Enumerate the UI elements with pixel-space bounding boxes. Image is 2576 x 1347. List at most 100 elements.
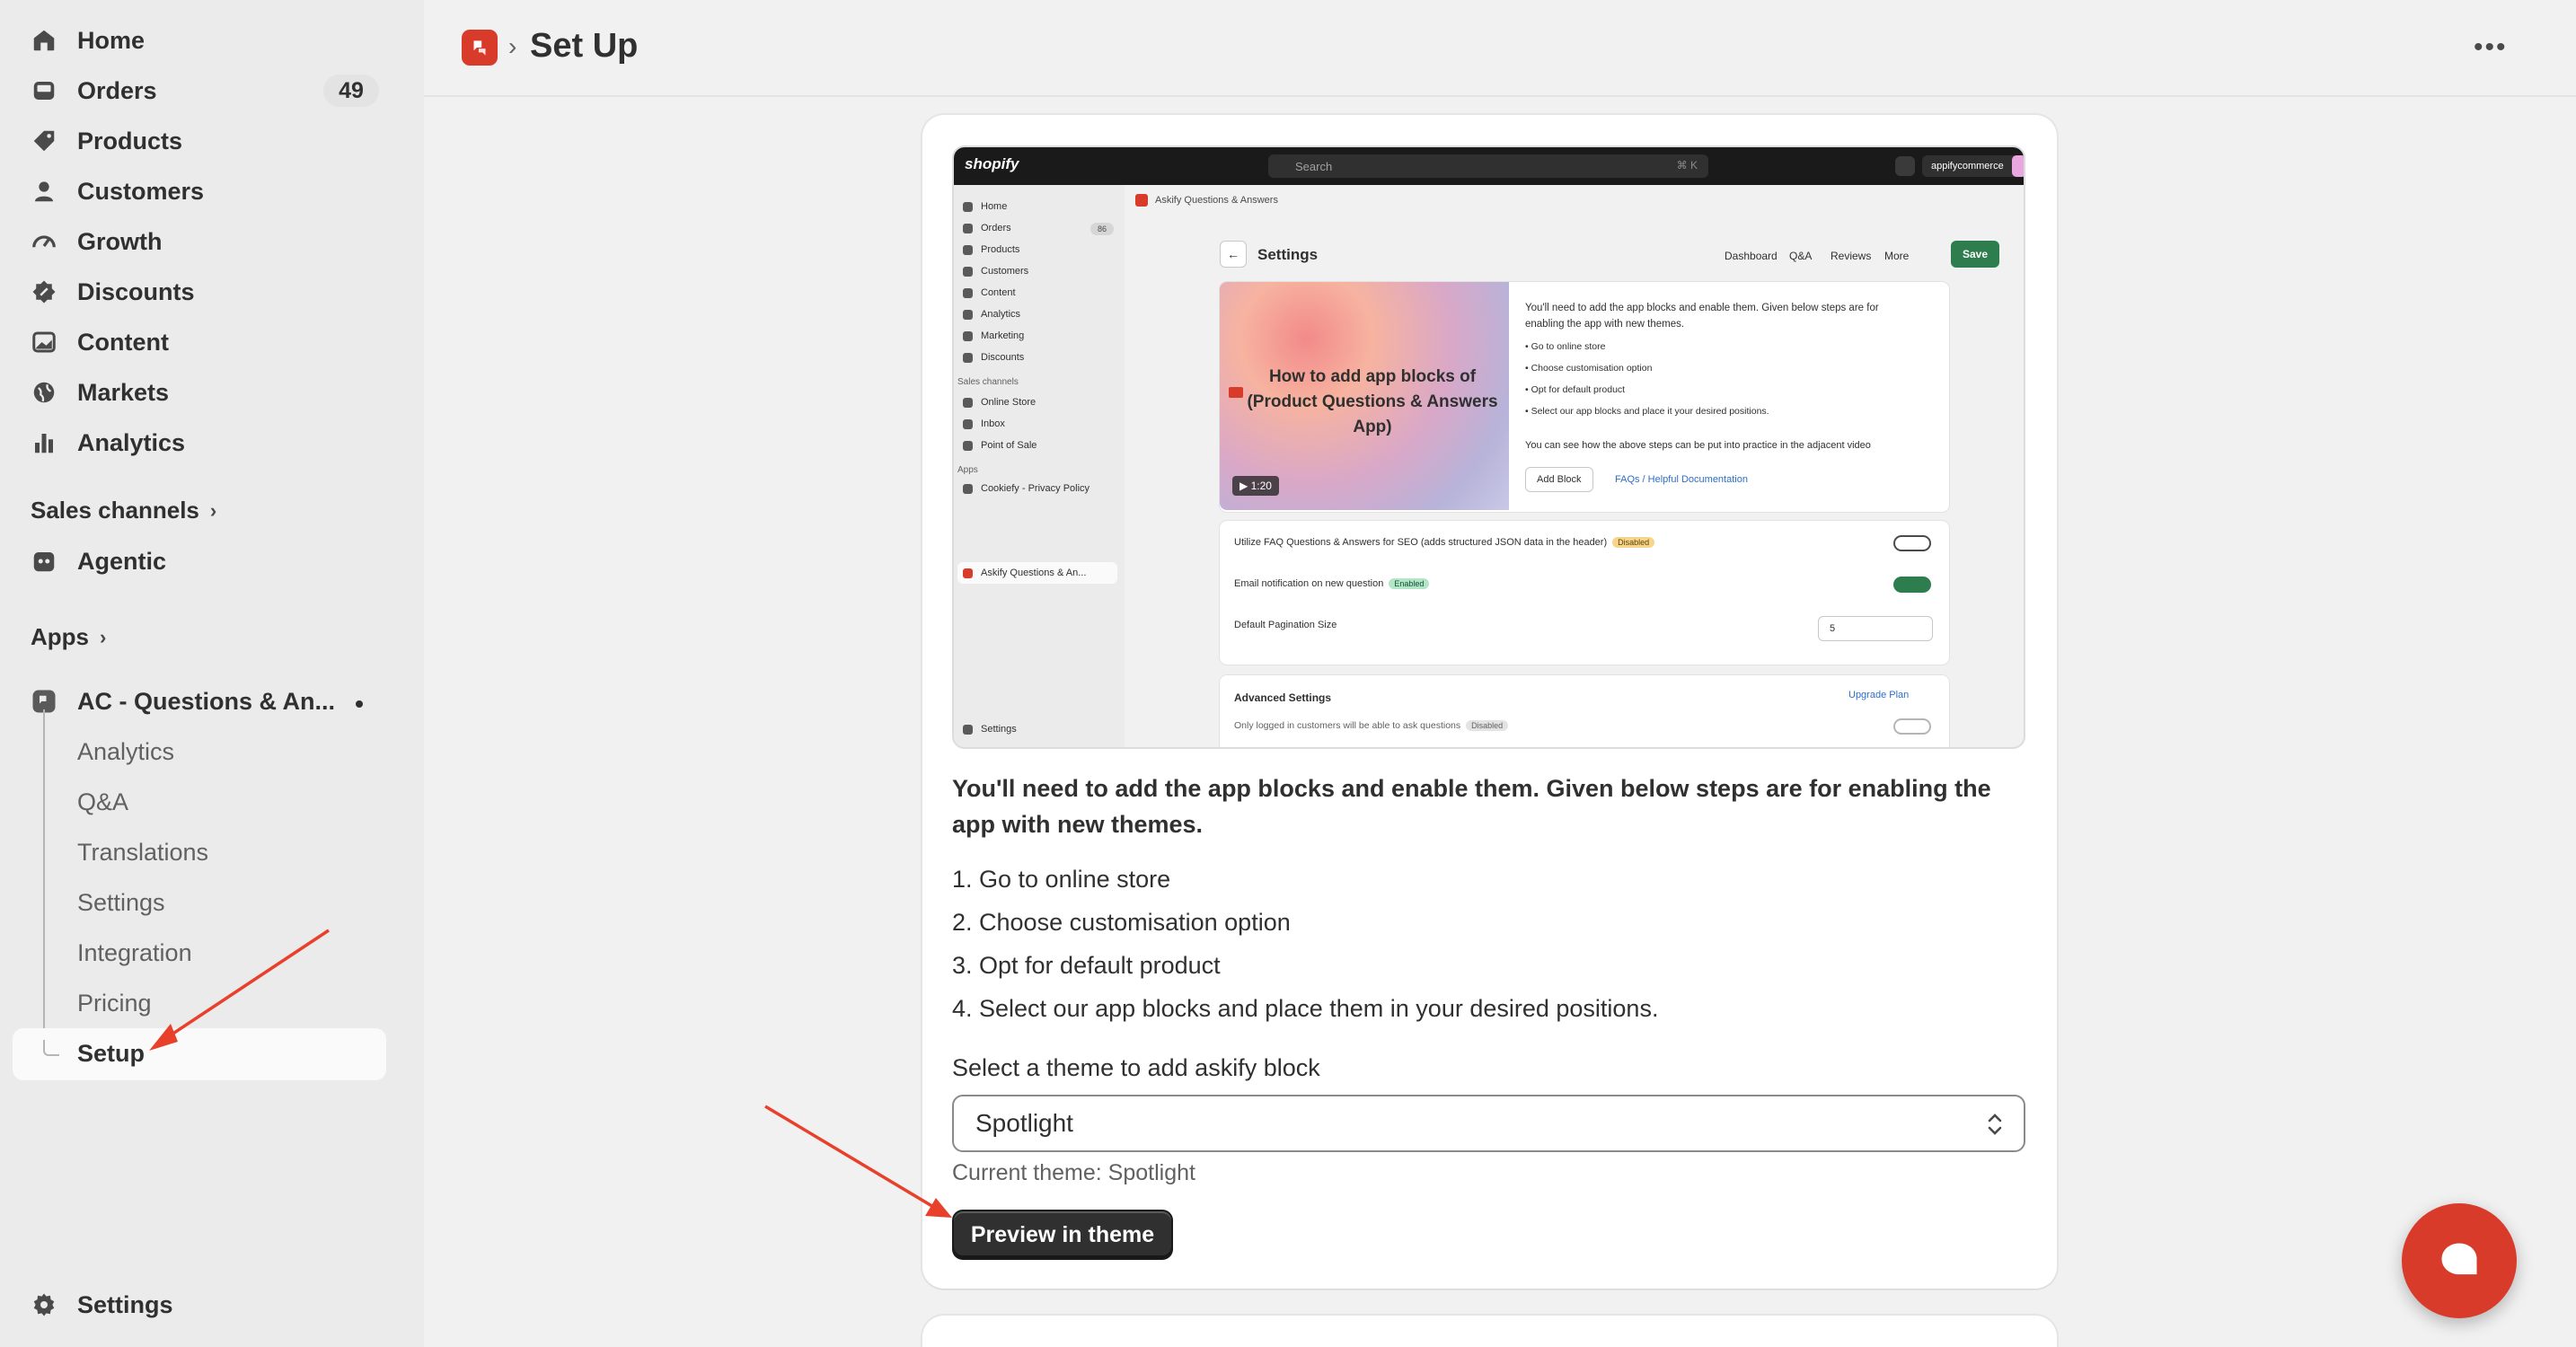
ss-item: Home xyxy=(963,201,1007,212)
ss-step: • Go to online store xyxy=(1525,341,1606,352)
sidebar-item-products[interactable]: Products xyxy=(13,117,386,165)
sidebar: Home Orders 49 Products Customers Growth… xyxy=(0,0,424,1347)
ss-panel-intro: You'll need to add the app blocks and en… xyxy=(1525,303,1879,330)
ss-logged-in-row: Only logged in customers will be able to… xyxy=(1234,720,1509,731)
screenshot-sidebar: Home Orders 86 Products Customers Conten… xyxy=(954,185,1125,747)
sidebar-subitem-setup[interactable]: Setup xyxy=(77,1029,145,1078)
theme-select[interactable]: Spotlight xyxy=(952,1095,2025,1152)
ss-step: • Select our app blocks and place it you… xyxy=(1525,406,1769,417)
back-arrow-icon: ← xyxy=(1220,241,1247,268)
sidebar-item-label: Analytics xyxy=(77,428,186,456)
apps-heading[interactable]: Apps › xyxy=(31,623,106,651)
sidebar-item-content[interactable]: Content xyxy=(13,318,386,366)
ss-seo-toggle xyxy=(1893,535,1931,551)
breadcrumb-chevron-icon: › xyxy=(508,32,517,60)
sidebar-app-askify[interactable]: AC - Questions & An... xyxy=(13,677,386,726)
store-name: appifycommerce xyxy=(1922,155,2021,177)
preview-in-theme-button[interactable]: Preview in theme xyxy=(952,1210,1173,1260)
gear-icon xyxy=(31,1291,57,1318)
more-actions-icon[interactable]: ••• xyxy=(2474,32,2508,63)
app-logo-icon[interactable] xyxy=(462,30,498,66)
tree-hook xyxy=(43,1040,59,1056)
setup-step: 4. Select our app blocks and place them … xyxy=(952,995,1659,1022)
ss-item: Orders xyxy=(963,223,1011,233)
sidebar-item-customers[interactable]: Customers xyxy=(13,167,386,216)
ss-item: Point of Sale xyxy=(963,440,1037,451)
ss-seo-row: Utilize FAQ Questions & Answers for SEO … xyxy=(1234,537,1655,548)
sidebar-item-label: Growth xyxy=(77,227,163,255)
ss-item: Discounts xyxy=(963,352,1024,363)
ss-guide-panel: How to add app blocks of (Product Questi… xyxy=(1220,282,1949,512)
sidebar-subitem-qa[interactable]: Q&A xyxy=(77,778,128,826)
sidebar-item-agentic[interactable]: Agentic xyxy=(13,537,386,585)
ss-nav-link: Reviews xyxy=(1831,250,1872,262)
shopify-logo: shopify xyxy=(965,155,1019,172)
theme-select-label: Select a theme to add askify block xyxy=(952,1054,1320,1081)
sidebar-item-analytics[interactable]: Analytics xyxy=(13,418,386,467)
chevron-right-icon: › xyxy=(100,625,107,648)
select-chevron-icon xyxy=(1988,1114,2002,1135)
screenshot-main: Askify Questions & Answers ← Settings Da… xyxy=(1125,185,2024,747)
ss-item: Cookiefy - Privacy Policy xyxy=(963,483,1090,494)
active-item-highlight xyxy=(13,1028,386,1080)
sidebar-item-home[interactable]: Home xyxy=(13,16,386,65)
ss-advanced-panel: Advanced Settings Upgrade Plan Only logg… xyxy=(1220,675,1949,747)
sidebar-item-growth[interactable]: Growth xyxy=(13,217,386,266)
ss-email-toggle xyxy=(1893,577,1931,593)
ss-pagination-label: Default Pagination Size xyxy=(1234,620,1337,630)
chat-bubble-icon xyxy=(2441,1243,2477,1275)
ss-item: Settings xyxy=(963,724,1017,735)
sidebar-subitem-analytics[interactable]: Analytics xyxy=(77,727,174,776)
tag-icon xyxy=(31,128,57,154)
next-card xyxy=(922,1316,2057,1347)
sidebar-item-discounts[interactable]: Discounts xyxy=(13,268,386,316)
ss-save-button: Save xyxy=(1951,241,1999,268)
sidebar-item-label: Home xyxy=(77,26,146,54)
ss-step: • Opt for default product xyxy=(1525,384,1626,395)
video-logo-icon xyxy=(1229,387,1243,398)
discount-icon xyxy=(31,278,57,305)
ss-nav-link: Dashboard xyxy=(1725,250,1778,262)
ss-orders-badge: 86 xyxy=(1090,223,1114,235)
ss-logged-in-toggle xyxy=(1893,718,1931,735)
robot-icon xyxy=(31,548,57,575)
sidebar-item-markets[interactable]: Markets xyxy=(13,368,386,417)
setup-guide-screenshot: shopify Search ⌘ K appifycommerce Home O… xyxy=(952,145,2025,749)
home-icon xyxy=(31,27,57,54)
orders-icon xyxy=(31,77,57,104)
setup-intro: You'll need to add the app blocks and en… xyxy=(952,775,1991,838)
sidebar-item-label: Products xyxy=(77,127,183,154)
ss-video-title: How to add app blocks of (Product Questi… xyxy=(1247,367,1498,436)
sales-channels-label: Sales channels xyxy=(31,497,199,524)
screenshot-topbar: shopify Search ⌘ K appifycommerce xyxy=(954,147,2024,185)
ss-app-header: Askify Questions & Answers xyxy=(1135,194,1278,207)
person-icon xyxy=(31,178,57,205)
ss-item: Inbox xyxy=(963,418,1005,429)
orders-count-badge: 49 xyxy=(323,75,379,107)
ss-faq-link: FAQs / Helpful Documentation xyxy=(1615,474,1748,485)
ss-advanced-label: Advanced Settings xyxy=(1234,691,1332,704)
ss-add-block-button: Add Block xyxy=(1525,467,1593,492)
sidebar-item-settings[interactable]: Settings xyxy=(13,1281,386,1329)
ss-pagination-select: 5 xyxy=(1818,616,1933,641)
sidebar-subitem-translations[interactable]: Translations xyxy=(77,828,208,876)
gauge-icon xyxy=(31,228,57,255)
globe-icon xyxy=(31,379,57,406)
sidebar-subitem-settings[interactable]: Settings xyxy=(77,878,165,927)
page-header xyxy=(424,0,2576,97)
chat-launcher-button[interactable] xyxy=(2402,1203,2517,1318)
ss-settings-panel: Utilize FAQ Questions & Answers for SEO … xyxy=(1220,521,1949,665)
sidebar-subitem-pricing[interactable]: Pricing xyxy=(77,979,152,1027)
ss-video-time: ▶ 1:20 xyxy=(1232,476,1279,496)
ss-panel-note: You can see how the above steps can be p… xyxy=(1525,440,1871,451)
setup-step: 2. Choose customisation option xyxy=(952,909,1291,936)
screenshot-search: Search ⌘ K xyxy=(1268,154,1708,178)
ss-sales-channels: Sales channels xyxy=(957,377,1019,387)
ss-item: Customers xyxy=(963,266,1028,277)
search-shortcut: ⌘ K xyxy=(1676,159,1698,172)
chevron-right-icon: › xyxy=(209,498,217,522)
sales-channels-heading[interactable]: Sales channels › xyxy=(31,497,216,524)
sidebar-item-orders[interactable]: Orders 49 xyxy=(13,66,386,115)
sidebar-subitem-integration[interactable]: Integration xyxy=(77,929,192,977)
sidebar-item-label: Agentic xyxy=(77,547,167,575)
